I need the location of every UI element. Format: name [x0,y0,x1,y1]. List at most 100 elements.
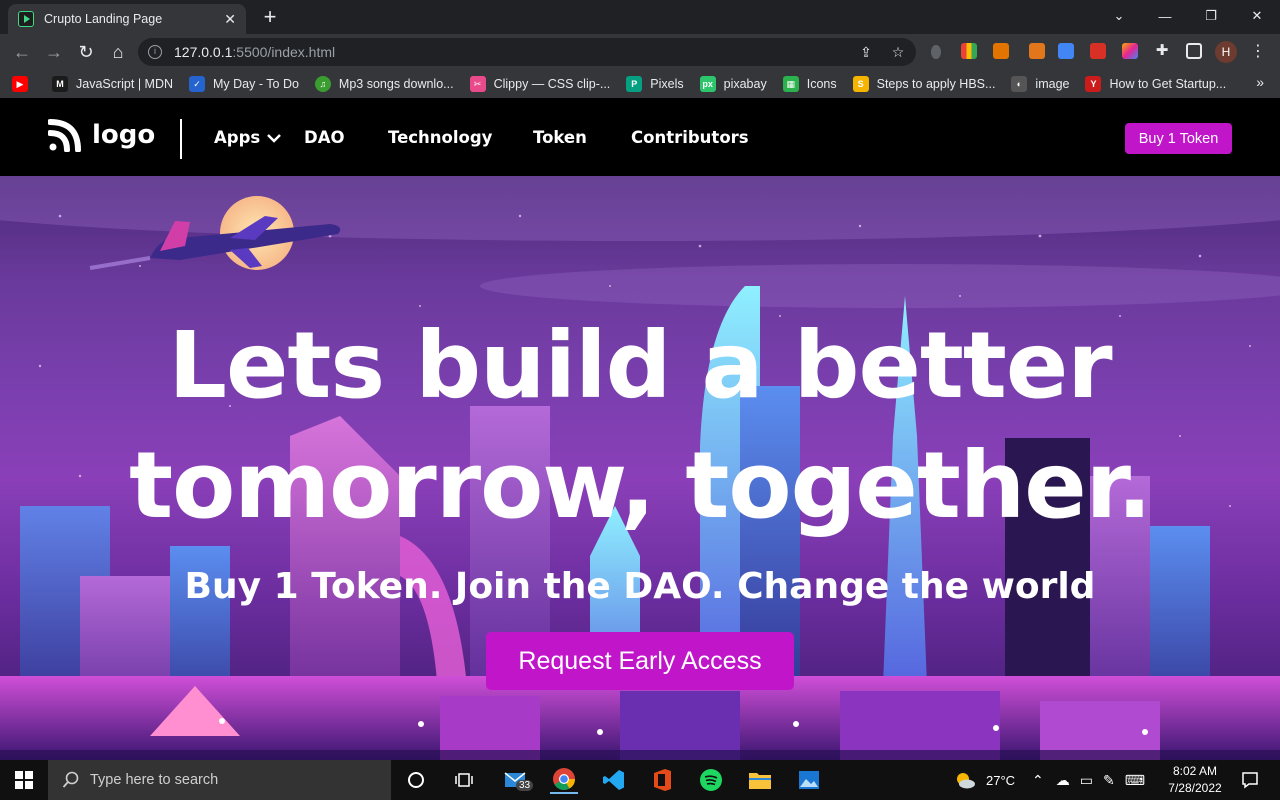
keyboard-icon[interactable]: ⌨ [1125,772,1145,789]
bookmark-pixabay-icon: px [699,76,716,92]
nav-token[interactable]: Token [533,128,587,147]
start-button[interactable] [0,760,48,800]
bookmark-item[interactable]: ✂ Clippy — CSS clip-... [469,76,611,92]
hero-headline-line1: Lets build a better [168,312,1112,419]
bookmark-item[interactable]: ♫ Mp3 songs downlo... [314,76,454,92]
bookmark-label: Mp3 songs downlo... [338,77,454,91]
bookmark-item[interactable]: S Steps to apply HBS... [852,76,995,92]
extension-pen-icon[interactable] [1122,43,1138,59]
bookmark-label: My Day - To Do [213,77,299,91]
bookmarks-overflow-icon[interactable]: » [1256,74,1264,90]
bookmark-todo-icon: ✓ [189,76,206,92]
pen-icon[interactable]: ✎ [1103,772,1115,789]
tab-title: Crupto Landing Page [44,12,163,26]
new-tab-button[interactable]: + [258,6,282,30]
spotify-icon[interactable] [697,766,725,794]
windows-logo-icon [15,771,33,789]
forward-arrow-icon[interactable]: → [42,40,66,64]
taskbar-search-input[interactable]: Type here to search [48,760,391,800]
url-path: :5500/index.html [232,44,336,60]
nav-technology[interactable]: Technology [388,128,492,147]
clock-date: 7/28/2022 [1168,781,1222,795]
weather-widget[interactable]: 27°C [954,760,1015,800]
mail-badge: 33 [516,780,534,791]
browser-menu-icon[interactable]: ⋮ [1250,42,1266,62]
bookmark-startup-icon: Y [1085,76,1102,92]
youtube-icon: ▶ [12,76,28,92]
site-logo[interactable]: logo [48,118,155,152]
task-view-icon[interactable] [450,766,478,794]
extension-metamask-icon[interactable] [1029,43,1045,59]
temperature: 27°C [986,772,1016,788]
tab-favicon-icon [18,11,34,27]
extension-translate-icon[interactable] [1058,43,1074,59]
extensions-puzzle-icon[interactable]: ✚ [1154,43,1170,59]
browser-tab-active[interactable]: Crupto Landing Page ✕ [8,4,246,34]
system-clock[interactable]: 8:02 AM 7/28/2022 [1160,763,1230,797]
restore-button[interactable]: ❐ [1188,0,1234,32]
extension-off-icon[interactable] [993,43,1009,59]
vscode-icon[interactable] [600,766,628,794]
profile-avatar[interactable]: H [1215,41,1237,63]
notifications-icon[interactable] [1236,766,1264,794]
extension-reader-icon[interactable] [1090,43,1106,59]
bookmark-item[interactable]: ▦ Icons [782,76,837,92]
hero-section: Lets build a better tomorrow, together. … [0,176,1280,760]
bookmark-item[interactable]: ◐ image [1011,76,1069,92]
bookmark-item[interactable]: ✓ My Day - To Do [189,76,299,92]
tab-close-icon[interactable]: ✕ [224,11,236,28]
page-viewport: logo Apps DAO Technology Token Contribut… [0,98,1280,760]
site-info-icon[interactable]: i [148,45,162,59]
tray-icons: ⌃ ☁ ▭ ✎ ⌨ [1032,760,1145,800]
bookmark-label: Pixels [650,77,684,91]
chrome-taskbar-icon[interactable] [550,766,578,794]
bookmark-label: Clippy — CSS clip-... [493,77,611,91]
windows-taskbar: Type here to search 33 27°C ⌃ ☁ ▭ ✎ ⌨ 8:… [0,760,1280,800]
nav-dao[interactable]: DAO [304,128,345,147]
bookmark-item[interactable]: Y How to Get Startup... [1085,76,1226,92]
reload-icon[interactable]: ↻ [74,40,98,64]
nav-apps[interactable]: Apps [214,128,282,147]
hero-subheadline: Buy 1 Token. Join the DAO. Change the wo… [184,566,1096,607]
network-icon[interactable]: ▭ [1080,772,1093,789]
bookmark-label: How to Get Startup... [1109,77,1227,91]
search-icon [62,771,79,788]
bookmark-label: image [1035,77,1070,91]
extension-colorpicker-icon[interactable] [961,43,977,59]
tab-search-button[interactable]: ⌄ [1096,0,1142,32]
cortana-icon[interactable] [402,766,430,794]
bookmark-item[interactable]: M JavaScript | MDN [52,76,173,92]
search-placeholder: Type here to search [90,772,219,788]
buy-token-button[interactable]: Buy 1 Token [1125,123,1232,154]
address-bar[interactable]: i 127.0.0.1:5500/index.html ⇪ ☆ [138,38,916,66]
nav-divider [180,119,182,159]
minimize-button[interactable]: — [1142,0,1188,32]
rss-logo-icon [48,119,81,152]
office-icon[interactable] [648,766,676,794]
bookmark-pixels-icon: P [626,76,643,92]
request-early-access-button[interactable]: Request Early Access [486,632,794,690]
photos-icon[interactable] [795,766,823,794]
bookmark-mp3-icon: ♫ [314,76,331,92]
onedrive-icon[interactable]: ☁ [1056,772,1070,789]
close-window-button[interactable]: ✕ [1234,0,1280,32]
mail-icon[interactable]: 33 [502,766,534,794]
clock-time: 8:02 AM [1172,764,1218,778]
nav-contributors[interactable]: Contributors [631,128,749,147]
file-explorer-icon[interactable] [746,766,774,794]
chevron-down-icon [267,133,282,143]
extension-mic-icon[interactable] [931,45,941,59]
bookmark-label: pixabay [723,77,767,91]
bookmark-hbs-icon: S [852,76,869,92]
back-arrow-icon[interactable]: ← [10,40,34,64]
nav-apps-label: Apps [214,128,261,147]
bookmark-item[interactable]: px pixabay [699,76,767,92]
share-icon[interactable]: ⇪ [854,38,878,66]
home-icon[interactable]: ⌂ [106,40,130,64]
url-host: 127.0.0.1 [174,44,233,60]
bookmark-item[interactable]: P Pixels [626,76,684,92]
bookmark-star-icon[interactable]: ☆ [886,38,910,66]
bookmark-youtube[interactable]: ▶ [12,76,36,92]
show-hidden-icons-chevron-up-icon[interactable]: ⌃ [1032,772,1044,789]
side-panel-icon[interactable] [1186,43,1202,59]
